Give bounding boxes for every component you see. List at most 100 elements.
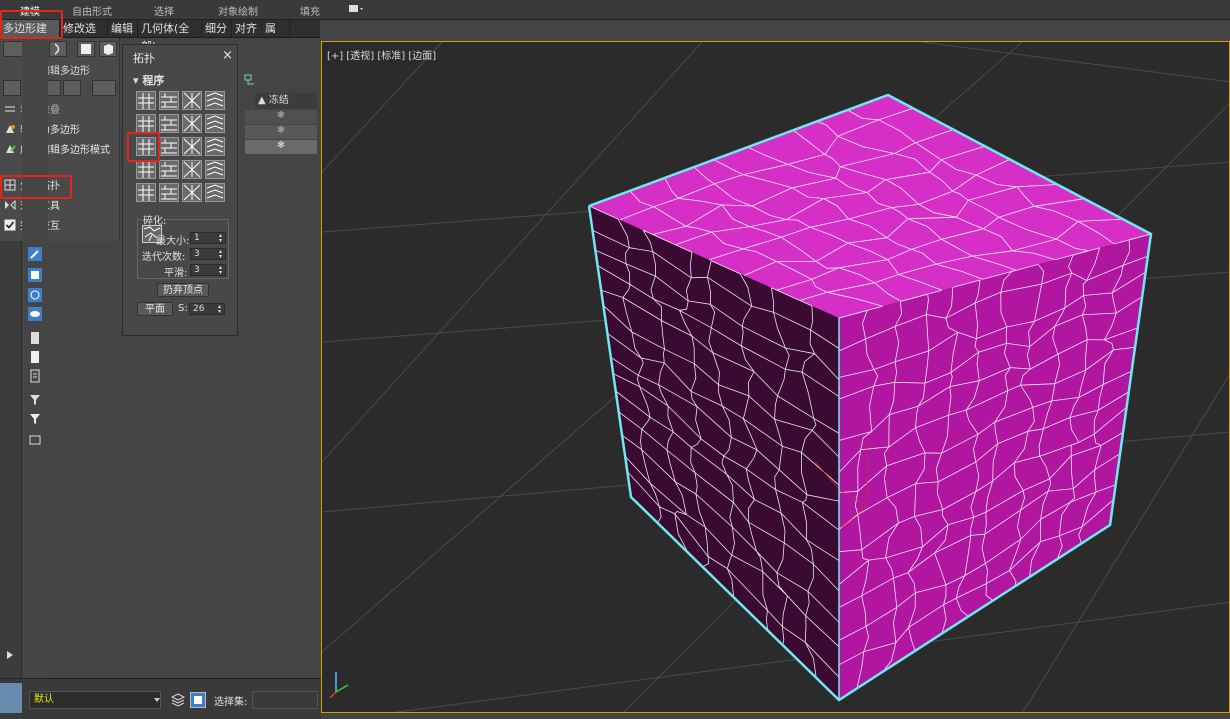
topology-pattern-button[interactable] bbox=[182, 91, 202, 110]
layer-preview-swatch[interactable] bbox=[0, 683, 22, 713]
close-icon[interactable]: × bbox=[222, 48, 233, 63]
modifier-button-1[interactable] bbox=[3, 80, 21, 96]
layer-dropdown[interactable]: 默认 bbox=[29, 691, 161, 709]
topology-pattern-button[interactable] bbox=[136, 160, 156, 179]
viewport-scene[interactable] bbox=[322, 42, 1230, 713]
selection-set-input[interactable] bbox=[252, 691, 318, 709]
iterations-label: 迭代次数: bbox=[142, 252, 186, 263]
pattern-icon bbox=[138, 162, 154, 178]
highlight-generate-topology bbox=[0, 175, 72, 199]
pattern-icon bbox=[161, 116, 177, 131]
topology-pattern-button[interactable] bbox=[136, 183, 156, 202]
topology-pattern-button[interactable] bbox=[182, 114, 202, 133]
element-icon bbox=[104, 44, 113, 55]
ribbon-tab-freeform[interactable]: 自由形式 bbox=[72, 3, 112, 18]
topology-pattern-button[interactable] bbox=[182, 160, 202, 179]
max-size-spinner[interactable]: 1 bbox=[190, 232, 226, 244]
freeze-header-label: 冻结 bbox=[268, 95, 289, 106]
document-icon[interactable] bbox=[28, 331, 42, 345]
tab-align[interactable]: 对齐 bbox=[232, 20, 262, 38]
topology-pattern-button[interactable] bbox=[136, 91, 156, 110]
apply-edit-poly-mod-button[interactable]: 应用编辑多边形模式 bbox=[4, 142, 110, 160]
pattern-icon bbox=[183, 138, 201, 155]
freeze-row-2[interactable]: ❄ bbox=[245, 125, 317, 139]
list-icon[interactable] bbox=[28, 369, 42, 383]
topology-pattern-button[interactable] bbox=[205, 160, 225, 179]
convert-icon bbox=[6, 125, 15, 133]
freeze-row-1[interactable]: ❄ bbox=[245, 110, 317, 124]
layers-icon[interactable] bbox=[171, 693, 185, 707]
topology-pattern-button[interactable] bbox=[205, 183, 225, 202]
discard-vertices-button[interactable]: 扔弃顶点 bbox=[157, 283, 209, 297]
panel-title: 可编辑多边形 bbox=[30, 66, 90, 77]
topology-pattern-button[interactable] bbox=[205, 91, 225, 110]
highlight-fracture-pattern bbox=[127, 132, 160, 162]
topology-pattern-button[interactable] bbox=[159, 91, 179, 110]
topology-pattern-button[interactable] bbox=[205, 137, 225, 156]
filter-clear-icon[interactable] bbox=[28, 393, 42, 407]
polygon-icon bbox=[81, 44, 91, 54]
ribbon-tab-object-paint[interactable]: 对象绘制 bbox=[218, 3, 258, 18]
bottom-layer-bar: 默认 选择集: bbox=[0, 678, 321, 719]
pattern-icon bbox=[206, 184, 224, 199]
layer-box-icon[interactable] bbox=[28, 432, 42, 446]
pattern-icon bbox=[183, 115, 201, 132]
chevron-down-icon[interactable] bbox=[153, 696, 161, 704]
modifier-button-4[interactable] bbox=[63, 80, 81, 96]
ribbon-options-icon[interactable] bbox=[348, 4, 364, 14]
s-label: S: bbox=[178, 303, 188, 314]
topology-pattern-button[interactable] bbox=[136, 114, 156, 133]
viewport-label[interactable]: [+] [透视] [标准] [边面] bbox=[327, 47, 436, 62]
filter-icon[interactable] bbox=[28, 412, 42, 426]
selection-set-icon[interactable] bbox=[190, 692, 206, 708]
topology-pattern-button[interactable] bbox=[182, 183, 202, 202]
modifier-button-5[interactable] bbox=[92, 80, 116, 96]
pattern-icon bbox=[183, 161, 201, 178]
tab-modify-selection[interactable]: 修改选择 bbox=[60, 20, 108, 53]
highlight-poly-modeling-tab bbox=[0, 10, 63, 39]
planar-button[interactable]: 平面 bbox=[137, 302, 173, 316]
smooth-spinner[interactable]: 3 bbox=[190, 264, 226, 276]
polygon-mode-button[interactable] bbox=[77, 41, 95, 57]
explorer-icon[interactable] bbox=[244, 74, 256, 86]
topology-pattern-button[interactable] bbox=[182, 137, 202, 156]
topology-pattern-button[interactable] bbox=[159, 114, 179, 133]
motion-icon[interactable] bbox=[28, 288, 42, 302]
hierarchy-icon[interactable] bbox=[28, 268, 42, 282]
display-eye-icon[interactable] bbox=[28, 307, 42, 321]
tab-edit[interactable]: 编辑 bbox=[108, 20, 138, 38]
page-icon[interactable] bbox=[28, 350, 42, 364]
wrench-icon[interactable] bbox=[28, 247, 42, 261]
symmetry-icon bbox=[5, 199, 16, 211]
ribbon-tab-bar: 建模 自由形式 选择 对象绘制 填充 bbox=[0, 0, 1230, 20]
topology-pattern-button[interactable] bbox=[159, 183, 179, 202]
pattern-icon bbox=[206, 138, 224, 153]
border-mode-button[interactable] bbox=[49, 41, 67, 57]
s-spinner[interactable]: 26 bbox=[189, 303, 225, 315]
pattern-icon bbox=[206, 161, 224, 176]
max-size-label: 最大小: bbox=[156, 236, 190, 247]
freeze-row-3[interactable]: ❄ bbox=[245, 140, 317, 154]
pattern-icon bbox=[161, 93, 177, 108]
smooth-label: 平滑: bbox=[164, 268, 188, 279]
tab-subdivision[interactable]: 细分 bbox=[202, 20, 232, 38]
topology-dialog-title: 拓扑 bbox=[133, 52, 155, 65]
procedural-section-header[interactable]: ▾ 程序 bbox=[133, 72, 164, 88]
play-icon[interactable] bbox=[4, 649, 16, 661]
topology-pattern-button[interactable] bbox=[205, 114, 225, 133]
topology-pattern-button[interactable] bbox=[159, 160, 179, 179]
element-mode-button[interactable] bbox=[99, 41, 117, 57]
tab-geometry-all[interactable]: 几何体(全部) bbox=[138, 20, 202, 53]
perspective-viewport[interactable]: [+] [透视] [标准] [边面] bbox=[321, 41, 1230, 713]
ribbon-tab-selection[interactable]: 选择 bbox=[154, 3, 174, 18]
topology-dialog: 拓扑 × ▾ 程序 碎化: 最大小: 1 迭代次数: 3 平滑: 3 扔弃顶点 … bbox=[122, 44, 238, 336]
pattern-icon bbox=[138, 185, 154, 201]
iterations-spinner[interactable]: 3 bbox=[190, 248, 226, 260]
ribbon-tab-populate[interactable]: 填充 bbox=[300, 3, 320, 18]
tab-properties[interactable]: 属性 bbox=[262, 20, 290, 53]
freeze-column-header[interactable]: ▲ 冻结 bbox=[255, 93, 317, 109]
pattern-icon bbox=[183, 92, 201, 109]
topology-pattern-button[interactable] bbox=[159, 137, 179, 156]
pattern-icon bbox=[183, 184, 201, 201]
pattern-icon bbox=[206, 115, 224, 130]
